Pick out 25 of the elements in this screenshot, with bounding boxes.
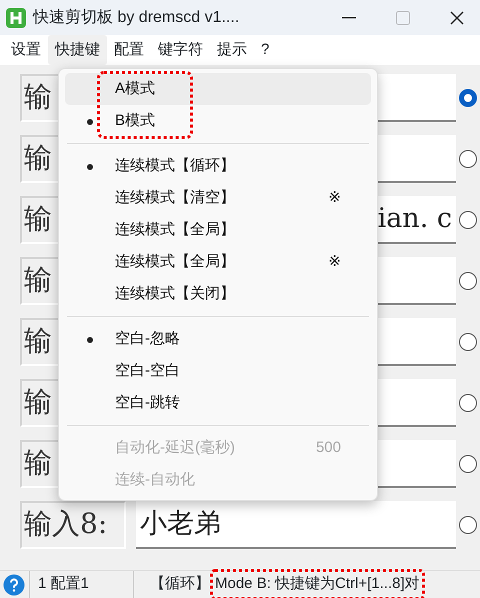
- radio-button[interactable]: [459, 455, 477, 473]
- menu-item[interactable]: 设置: [4, 34, 48, 66]
- config-status: 1 配置1: [38, 574, 89, 594]
- radio-button[interactable]: [459, 394, 477, 412]
- help-icon[interactable]: [3, 574, 25, 596]
- menu-item[interactable]: ?: [254, 34, 276, 66]
- radio-button[interactable]: [459, 89, 477, 107]
- mode-status: 【循环】: [150, 574, 210, 594]
- window-title: 快速剪切板 by dremscd v1....: [33, 8, 240, 28]
- menu-item[interactable]: 配置: [107, 34, 151, 66]
- menu-item[interactable]: 提示: [210, 34, 254, 66]
- menu-item[interactable]: 快捷键: [48, 34, 107, 66]
- menu-item[interactable]: 键字符: [151, 34, 210, 66]
- radio-button[interactable]: [459, 211, 477, 229]
- radio-button[interactable]: [459, 333, 477, 351]
- radio-button[interactable]: [459, 272, 477, 290]
- minimize-icon[interactable]: [342, 16, 356, 18]
- input-field[interactable]: 小老弟: [136, 501, 456, 549]
- close-icon[interactable]: [449, 10, 465, 26]
- input-label: 输入8:: [20, 501, 126, 549]
- shortcut-hint: Mode B: 快捷键为Ctrl+[1...8]对: [210, 569, 425, 598]
- app-icon: [5, 6, 27, 28]
- radio-button[interactable]: [459, 516, 477, 534]
- menu-option[interactable]: A模式: [65, 73, 371, 105]
- radio-button[interactable]: [459, 150, 477, 168]
